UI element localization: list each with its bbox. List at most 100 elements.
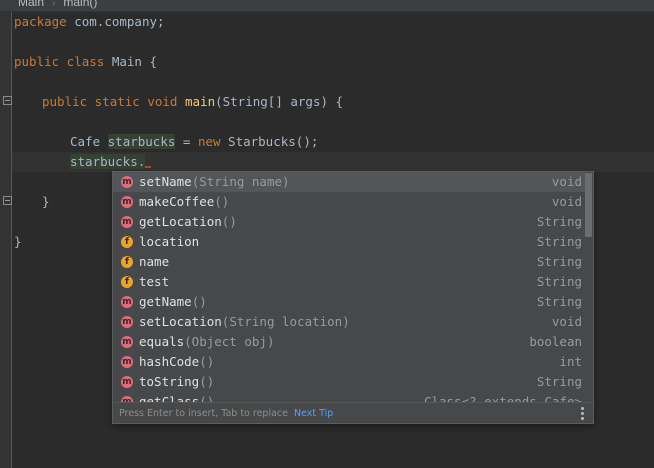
method-icon: m (121, 336, 133, 348)
completion-item[interactable]: f test String (113, 272, 585, 292)
completion-item-type: String (536, 374, 582, 389)
member-params: () (221, 214, 237, 229)
method-name: main (185, 94, 216, 109)
method-icon: m (121, 176, 133, 188)
completion-item[interactable]: m toString() String (113, 372, 585, 392)
completion-item-type: String (536, 294, 582, 309)
breadcrumb-bar: Main › main() (0, 0, 654, 12)
completion-item-name: hashCode() (139, 352, 214, 372)
completion-item-name: equals(Object obj) (139, 332, 274, 352)
current-line: starbucks. (12, 152, 654, 172)
breadcrumb-item-method[interactable]: main() (63, 0, 97, 9)
code-completion-popup[interactable]: m setName(String name) void m makeCoffee() vo… (112, 171, 594, 424)
completion-item-name: test (139, 272, 169, 292)
member-name: toString (139, 374, 200, 389)
closing-brace: } (14, 234, 22, 249)
code-line: public class Main { (14, 52, 157, 72)
method-icon: m (121, 196, 133, 208)
member-params: (String name) (191, 174, 290, 189)
member-name: getLocation (139, 214, 222, 229)
method-icon: m (121, 296, 133, 308)
completion-item-name: getClass() (139, 392, 214, 402)
breadcrumb: Main › main() (18, 0, 97, 9)
completion-item-type: void (551, 194, 582, 209)
completion-item-name: getLocation() (139, 212, 237, 232)
member-name: setLocation (139, 314, 222, 329)
completion-footer: Press Enter to insert, Tab to replace Nex… (113, 402, 593, 423)
member-name: hashCode (139, 354, 200, 369)
member-params: (Object obj) (184, 334, 275, 349)
completion-item-name: toString() (139, 372, 214, 392)
member-params: () (191, 294, 207, 309)
completion-item[interactable]: m hashCode() int (113, 352, 585, 372)
completion-item[interactable]: f location String (113, 232, 585, 252)
completion-item-name: setLocation(String location) (139, 312, 350, 332)
completion-item[interactable]: m getLocation() String (113, 212, 585, 232)
completion-scroll-thumb[interactable] (585, 173, 592, 237)
text-caret (145, 166, 152, 168)
breadcrumb-item-class[interactable]: Main (18, 0, 44, 9)
closing-brace: } (42, 194, 50, 209)
current-expression: starbucks. (70, 154, 146, 169)
completion-item-name: makeCoffee() (139, 192, 229, 212)
member-name: equals (139, 334, 185, 349)
constructor-call: Starbucks(); (220, 134, 319, 149)
field-icon: f (121, 236, 133, 248)
fold-marker-icon[interactable] (3, 196, 12, 205)
method-icon: m (121, 356, 133, 368)
code-line: Cafe starbucks = new Starbucks(); (70, 132, 318, 152)
completion-item-type: int (559, 354, 582, 369)
completion-item[interactable]: m getName() String (113, 292, 585, 312)
keyword: package (14, 14, 67, 29)
completion-item-type: void (551, 174, 582, 189)
more-vertical-icon[interactable] (581, 407, 585, 421)
completion-item[interactable]: m equals(Object obj) boolean (113, 332, 585, 352)
code-line: } (42, 192, 50, 212)
completion-item[interactable]: m makeCoffee() void (113, 192, 585, 212)
completion-item[interactable]: m getClass() Class<? extends Cafe> (113, 392, 585, 402)
member-params: () (199, 394, 215, 402)
completion-item-type: void (551, 314, 582, 329)
completion-item-name: name (139, 252, 169, 272)
completion-item-type: Class<? extends Cafe> (423, 394, 582, 402)
field-icon: f (121, 256, 133, 268)
completion-item-type: String (536, 274, 582, 289)
completion-item[interactable]: m setName(String name) void (113, 172, 585, 192)
member-name: makeCoffee (139, 194, 215, 209)
member-name: getClass (139, 394, 200, 402)
class-name: Main { (104, 54, 157, 69)
method-icon: m (121, 216, 133, 228)
completion-item-name: setName(String name) (139, 172, 290, 192)
code-line: package com.company; (14, 12, 165, 32)
variable-name: starbucks (107, 134, 176, 149)
code-line: } (14, 232, 22, 252)
completion-hint: Press Enter to insert, Tab to replace (119, 408, 288, 419)
member-params: (String location) (221, 314, 350, 329)
member-params: () (199, 374, 215, 389)
breadcrumb-separator-icon: › (52, 0, 56, 9)
completion-scrollbar[interactable] (585, 173, 592, 401)
member-name: name (139, 254, 170, 269)
package-name: com.company; (66, 14, 165, 29)
completion-item[interactable]: m setLocation(String location) void (113, 312, 585, 332)
editor-gutter (0, 12, 12, 468)
completion-item[interactable]: f name String (113, 252, 585, 272)
fold-marker-icon[interactable] (3, 96, 12, 105)
member-name: test (139, 274, 170, 289)
member-name: location (139, 234, 200, 249)
member-params: () (199, 354, 215, 369)
completion-list[interactable]: m setName(String name) void m makeCoffee() vo… (113, 172, 585, 402)
next-tip-link[interactable]: Next Tip (294, 408, 333, 419)
member-name: setName (139, 174, 192, 189)
completion-item-type: String (536, 234, 582, 249)
keyword: public static void (42, 94, 178, 109)
method-params: (String[] args) { (215, 94, 344, 109)
method-icon: m (121, 316, 133, 328)
type-name: Cafe (70, 134, 108, 149)
completion-item-name: getName() (139, 292, 207, 312)
member-name: getName (139, 294, 192, 309)
completion-item-type: String (536, 254, 582, 269)
code-line: public static void main(String[] args) { (42, 92, 343, 112)
keyword: new (197, 134, 221, 149)
completion-item-name: location (139, 232, 199, 252)
